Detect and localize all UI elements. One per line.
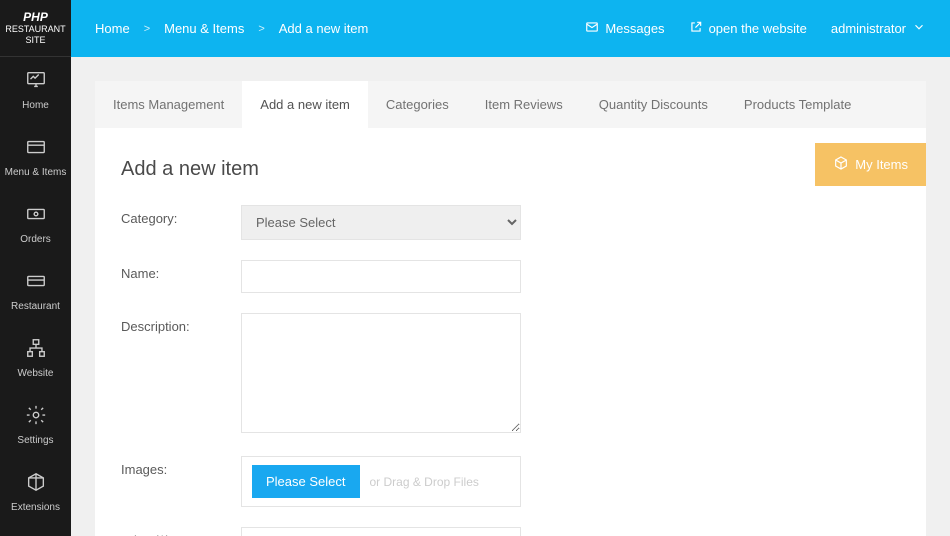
breadcrumb: Home > Menu & Items > Add a new item xyxy=(95,21,368,36)
sidebar-item-label: Website xyxy=(18,368,54,380)
sidebar-item-menu-items[interactable]: Menu & Items xyxy=(0,124,71,191)
tab-categories[interactable]: Categories xyxy=(368,81,467,128)
sidebar-item-label: Home xyxy=(22,100,49,112)
price-input[interactable] xyxy=(241,527,521,536)
card-icon xyxy=(25,136,47,161)
breadcrumb-item[interactable]: Home xyxy=(95,21,130,36)
breadcrumb-separator: > xyxy=(144,23,150,35)
sidebar-item-label: Settings xyxy=(17,435,53,447)
sidebar-item-label: Restaurant xyxy=(11,301,60,313)
price-label: Price ($): xyxy=(121,527,241,536)
breadcrumb-separator: > xyxy=(258,23,264,35)
user-menu[interactable]: administrator xyxy=(831,20,926,37)
tab-add-new-item[interactable]: Add a new item xyxy=(242,81,368,128)
name-input[interactable] xyxy=(241,260,521,293)
sidebar-item-label: Extensions xyxy=(11,502,60,514)
gear-icon xyxy=(25,404,47,429)
image-select-button[interactable]: Please Select xyxy=(252,465,360,498)
description-label: Description: xyxy=(121,313,241,334)
form-row-category: Category: Please Select xyxy=(121,205,900,240)
open-website-link[interactable]: open the website xyxy=(689,20,807,37)
sidebar: PHP RESTAURANT SITE Home Menu & Items Or… xyxy=(0,0,71,536)
images-label: Images: xyxy=(121,456,241,477)
breadcrumb-item[interactable]: Add a new item xyxy=(279,21,369,36)
sidebar-item-website[interactable]: Website xyxy=(0,325,71,392)
description-textarea[interactable] xyxy=(241,313,521,433)
topbar: Home > Menu & Items > Add a new item Mes… xyxy=(71,0,950,57)
breadcrumb-item[interactable]: Menu & Items xyxy=(164,21,244,36)
cube-icon xyxy=(25,471,47,496)
messages-link[interactable]: Messages xyxy=(585,20,664,37)
chart-icon xyxy=(25,69,47,94)
store-icon xyxy=(25,270,47,295)
sidebar-item-orders[interactable]: Orders xyxy=(0,191,71,258)
tabs: Items Management Add a new item Categori… xyxy=(95,81,926,128)
external-link-icon xyxy=(689,20,703,37)
cube-icon xyxy=(833,155,849,174)
tab-quantity-discounts[interactable]: Quantity Discounts xyxy=(581,81,726,128)
drag-drop-hint: or Drag & Drop Files xyxy=(370,475,479,489)
form-row-images: Images: Please Select or Drag & Drop Fil… xyxy=(121,456,900,507)
topbar-right: Messages open the website administrator xyxy=(585,20,926,37)
sidebar-item-settings[interactable]: Settings xyxy=(0,392,71,459)
form-row-name: Name: xyxy=(121,260,900,293)
sidebar-item-restaurant[interactable]: Restaurant xyxy=(0,258,71,325)
form-row-description: Description: xyxy=(121,313,900,436)
user-label: administrator xyxy=(831,21,906,36)
messages-label: Messages xyxy=(605,21,664,36)
app-logo: PHP RESTAURANT SITE xyxy=(0,0,71,57)
image-upload-area[interactable]: Please Select or Drag & Drop Files xyxy=(241,456,521,507)
panel: My Items Add a new item Category: Please… xyxy=(95,128,926,536)
tab-products-template[interactable]: Products Template xyxy=(726,81,869,128)
logo-subtitle: RESTAURANT SITE xyxy=(4,24,67,46)
chevron-down-icon xyxy=(912,20,926,37)
tab-items-management[interactable]: Items Management xyxy=(95,81,242,128)
category-select[interactable]: Please Select xyxy=(241,205,521,240)
open-website-label: open the website xyxy=(709,21,807,36)
content-area: Items Management Add a new item Categori… xyxy=(71,57,950,536)
tab-item-reviews[interactable]: Item Reviews xyxy=(467,81,581,128)
money-icon xyxy=(25,203,47,228)
my-items-label: My Items xyxy=(855,157,908,172)
page-title: Add a new item xyxy=(121,158,900,181)
messages-icon xyxy=(585,20,599,37)
name-label: Name: xyxy=(121,260,241,281)
logo-title: PHP xyxy=(4,10,67,24)
my-items-button[interactable]: My Items xyxy=(815,143,926,186)
sidebar-item-home[interactable]: Home xyxy=(0,57,71,124)
sitemap-icon xyxy=(25,337,47,362)
sidebar-item-analytics[interactable] xyxy=(0,526,71,536)
form-row-price: Price ($): xyxy=(121,527,900,536)
sidebar-item-label: Menu & Items xyxy=(5,167,67,179)
category-label: Category: xyxy=(121,205,241,226)
sidebar-item-extensions[interactable]: Extensions xyxy=(0,459,71,526)
sidebar-item-label: Orders xyxy=(20,234,51,246)
